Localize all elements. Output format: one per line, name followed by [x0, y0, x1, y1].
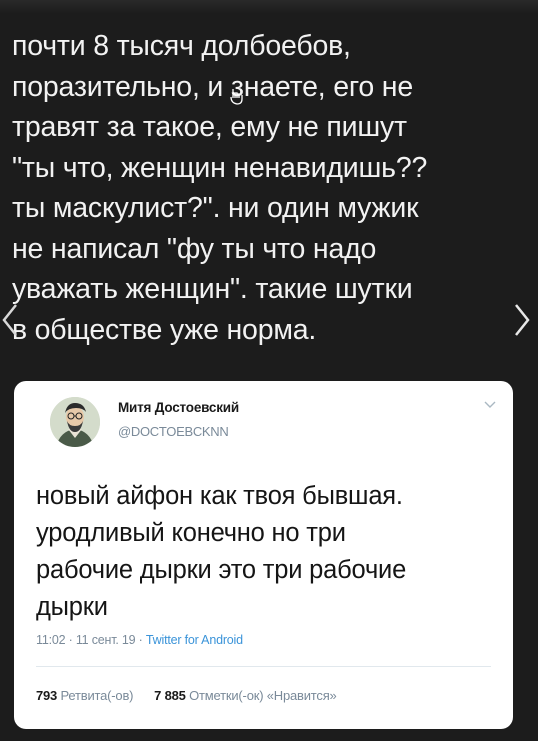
likes-label[interactable]: Отметки(-ок) «Нравится» — [189, 688, 337, 703]
post-line: травят за такое, ему не пишут — [12, 111, 407, 143]
post-line: "ты что, женщин ненавидишь?? — [12, 151, 428, 184]
post-line: ты маскулист?". ни один мужик — [12, 192, 419, 224]
tweet-line: уродливый конечно но три — [36, 519, 346, 547]
author-name[interactable]: Митя Достоевский — [118, 400, 239, 415]
top-edge — [0, 0, 538, 14]
tweet-source-link[interactable]: Twitter for Android — [146, 633, 243, 647]
avatar-illustration — [50, 397, 100, 447]
post-line: не написал "фу ты что надо — [12, 232, 377, 265]
tweet-text: новый айфон как твоя бывшая. уродливый к… — [36, 478, 506, 626]
retweets-label[interactable]: Ретвита(-ов) — [61, 688, 134, 703]
tweet-line: дырки — [36, 593, 108, 621]
chevron-down-icon[interactable] — [484, 401, 496, 409]
arrow-left-icon[interactable] — [0, 302, 20, 338]
likes-count[interactable]: 7 885 — [154, 688, 186, 703]
cursor-icon — [230, 89, 243, 105]
post-line: уважать женщин". такие шутки — [12, 273, 413, 305]
tweet-timestamp: 11:02 · 11 сент. 19 · Twitter for Androi… — [36, 633, 243, 647]
post-line: почти 8 тысяч долбоебов, — [12, 30, 351, 62]
tweet-stats: 793 Ретвита(-ов) 7 885 Отметки(-ок) «Нра… — [36, 688, 337, 703]
embedded-tweet-card[interactable]: Митя Достоевский @DOCTOEBCKNN новый айфо… — [14, 381, 513, 729]
divider — [36, 666, 491, 667]
arrow-right-icon[interactable] — [512, 302, 532, 338]
post-line: поразительно, и знаете, его не — [12, 70, 413, 103]
post-line: в обществе уже норма. — [12, 313, 317, 346]
post-text: почти 8 тысяч долбоебов, поразительно, и… — [12, 26, 512, 350]
tweet-line: рабочие дырки это три рабочие — [36, 556, 407, 584]
author-handle[interactable]: @DOCTOEBCKNN — [118, 424, 229, 439]
retweets-count[interactable]: 793 — [36, 688, 57, 703]
tweet-time: 11:02 · 11 сент. 19 · — [36, 633, 146, 647]
avatar[interactable] — [50, 397, 100, 447]
tweet-line: новый айфон как твоя бывшая. — [36, 482, 403, 510]
